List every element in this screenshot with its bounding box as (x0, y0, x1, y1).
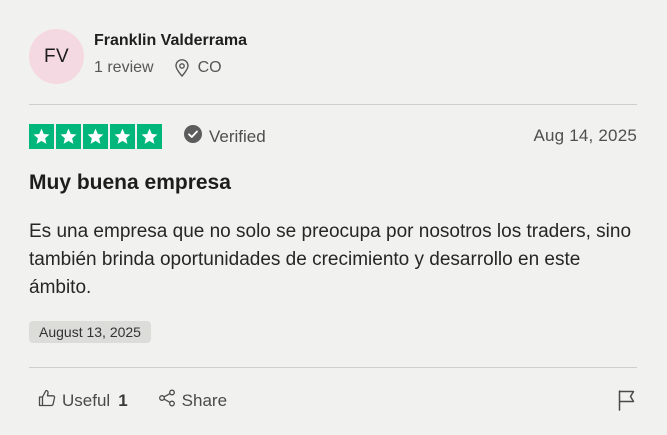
star-rating (29, 124, 162, 149)
review-card: FV Franklin Valderrama 1 review CO Verif… (0, 0, 667, 435)
reviewer-name[interactable]: Franklin Valderrama (94, 32, 247, 50)
useful-label: Useful (62, 390, 111, 410)
avatar[interactable]: FV (29, 29, 84, 84)
review-actions: Useful 1 Share (38, 389, 227, 412)
review-count: 1 review (94, 59, 154, 76)
thumbs-up-icon (38, 389, 56, 412)
verified-label: Verified (209, 126, 266, 146)
verified-check-icon (184, 125, 202, 148)
share-icon (158, 389, 176, 412)
reviewer-meta: 1 review CO (94, 59, 222, 77)
share-label: Share (181, 390, 228, 410)
review-title[interactable]: Muy buena empresa (29, 171, 231, 195)
location-pin-icon (174, 59, 190, 77)
star-icon (83, 124, 108, 149)
flag-icon[interactable] (617, 389, 637, 416)
review-body: Es una empresa que no solo se preocupa p… (29, 221, 632, 298)
reviewer-header: FV Franklin Valderrama 1 review CO (29, 29, 637, 85)
verified-badge[interactable]: Verified (184, 125, 266, 148)
reviewer-country: CO (197, 59, 222, 76)
divider (29, 104, 637, 105)
share-button[interactable]: Share (158, 389, 227, 412)
star-icon (110, 124, 135, 149)
useful-count: 1 (118, 390, 128, 410)
star-icon (56, 124, 81, 149)
experience-date-badge: August 13, 2025 (29, 321, 151, 343)
useful-button[interactable]: Useful 1 (38, 389, 128, 412)
star-icon (29, 124, 54, 149)
review-date: Aug 14, 2025 (533, 126, 637, 145)
star-icon (137, 124, 162, 149)
divider (29, 367, 637, 368)
